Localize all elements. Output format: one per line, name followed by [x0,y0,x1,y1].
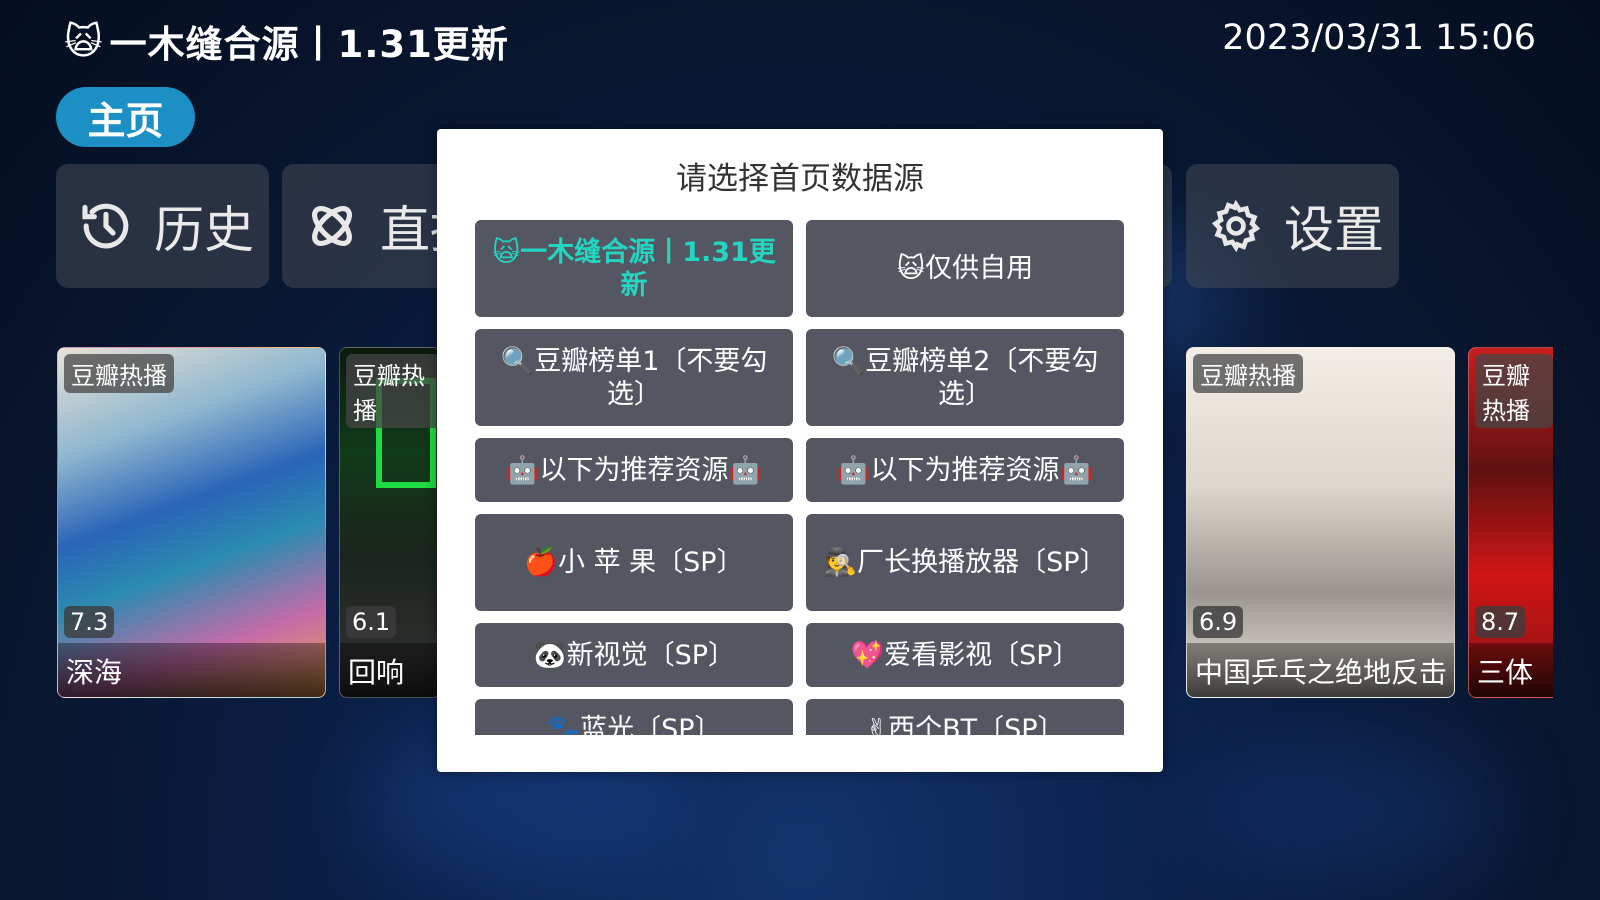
source-option[interactable]: ✌西个BT〔SP〕 [806,699,1124,735]
nav-settings-button[interactable]: 设置 [1186,164,1399,288]
clock: 2023/03/31 15:06 [1222,18,1536,58]
movie-title: 深海 [58,643,325,697]
gear-icon [1211,199,1261,253]
source-badge: 豆瓣热播 [64,354,174,393]
movie-title: 三体 [1469,643,1553,697]
source-option[interactable]: 🙀一木缝合源丨1.31更新 [475,220,793,317]
option-list[interactable]: 🙀一木缝合源丨1.31更新 🙀仅供自用 🔍豆瓣榜单1〔不要勾选〕 🔍豆瓣榜单2〔… [475,220,1125,735]
source-option[interactable]: 🍎小 苹 果〔SP〕 [475,514,793,611]
movie-card[interactable]: 豆瓣热播 7.3 深海 [57,347,326,698]
background-glow [1200,740,1500,880]
movie-card[interactable]: 豆瓣热播 6.9 中国乒乓之绝地反击 [1186,347,1455,698]
nav-history-label: 历史 [154,201,254,259]
source-option[interactable]: 🕵厂长换播放器〔SP〕 [806,514,1124,611]
movie-card[interactable]: 豆瓣热播 8.7 三体 [1468,347,1553,698]
tab-home[interactable]: 主页 [56,87,195,147]
movie-title: 回响 [340,643,440,697]
source-option[interactable]: 💖爱看影视〔SP〕 [806,623,1124,687]
source-option[interactable]: 🙀仅供自用 [806,220,1124,317]
rating-badge: 7.3 [64,606,115,638]
source-badge: 豆瓣热播 [1193,354,1303,393]
nav-settings-label: 设置 [1284,201,1384,259]
rating-badge: 8.7 [1475,606,1526,638]
cat-logo-icon: 🙀 [64,19,104,63]
source-option[interactable]: 🐾蓝光〔SP〕 [475,699,793,735]
movie-title: 中国乒乓之绝地反击 [1187,643,1454,697]
source-title: 一木缝合源丨1.31更新 [109,23,509,66]
app-title: 🙀 一木缝合源丨1.31更新 [64,14,509,68]
movie-card[interactable]: 豆瓣热播 6.1 回响 [339,347,441,698]
source-badge: 豆瓣热播 [1475,354,1553,428]
live-icon [312,206,352,246]
nav-history-button[interactable]: 历史 [56,164,269,288]
source-option[interactable]: 🤖以下为推荐资源🤖 [806,438,1124,502]
rating-badge: 6.9 [1193,606,1244,638]
source-option[interactable]: 🔍豆瓣榜单2〔不要勾选〕 [806,329,1124,426]
history-icon [82,203,129,249]
source-option[interactable]: 🤖以下为推荐资源🤖 [475,438,793,502]
source-select-dialog: 请选择首页数据源 🙀一木缝合源丨1.31更新 🙀仅供自用 🔍豆瓣榜单1〔不要勾选… [437,129,1163,772]
rating-badge: 6.1 [346,606,397,638]
source-option[interactable]: 🐼新视觉〔SP〕 [475,623,793,687]
source-option[interactable]: 🔍豆瓣榜单1〔不要勾选〕 [475,329,793,426]
dialog-title: 请选择首页数据源 [676,161,924,197]
source-badge: 豆瓣热播 [346,354,440,428]
